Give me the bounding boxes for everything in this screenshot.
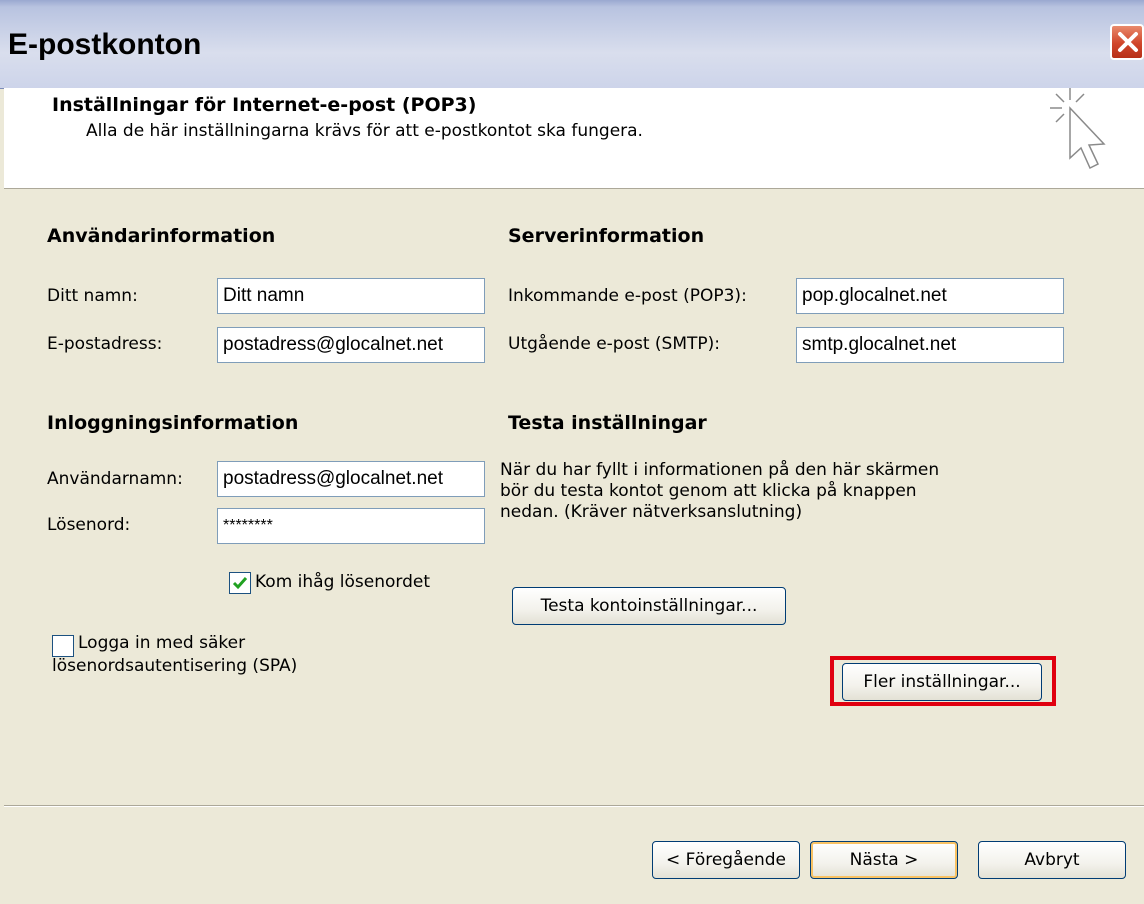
more-settings-highlight — [830, 656, 1056, 706]
window-title: E-postkonton — [8, 28, 202, 61]
title-bar: E-postkonton — [0, 0, 1144, 89]
username-label: Användarnamn: — [47, 469, 183, 489]
login-info-heading: Inloggningsinformation — [47, 412, 299, 434]
name-field[interactable]: Ditt namn — [217, 278, 485, 314]
close-icon — [1118, 32, 1138, 52]
wizard-cursor-icon — [1050, 88, 1106, 170]
spa-label-line1: Logga in med säker — [78, 633, 246, 653]
test-desc-line1: När du har fyllt i informationen på den … — [500, 460, 940, 480]
remember-password-checkbox[interactable] — [229, 572, 251, 594]
cancel-button[interactable]: Avbryt — [978, 841, 1126, 879]
spa-checkbox[interactable] — [52, 635, 74, 657]
outgoing-server-field[interactable]: smtp.glocalnet.net — [796, 327, 1064, 363]
footer-separator — [4, 805, 1144, 807]
header-title: Inställningar för Internet-e-post (POP3) — [52, 94, 477, 116]
spa-label-line2: lösenordsautentisering (SPA) — [52, 656, 298, 676]
settings-panel: Användarinformation Ditt namn: Ditt namn… — [4, 189, 1144, 904]
wizard-header: Inställningar för Internet-e-post (POP3)… — [4, 88, 1144, 189]
checkmark-icon — [232, 577, 248, 590]
next-button[interactable]: Nästa > — [810, 841, 958, 879]
password-label: Lösenord: — [47, 515, 131, 535]
server-info-heading: Serverinformation — [508, 225, 705, 247]
test-desc-line3: nedan. (Kräver nätverksanslutning) — [500, 502, 803, 522]
email-field[interactable]: postadress@glocalnet.net — [217, 327, 485, 363]
user-info-heading: Användarinformation — [47, 225, 276, 247]
test-desc-line2: bör du testa kontot genom att klicka på … — [500, 481, 917, 501]
password-field[interactable]: ******** — [217, 508, 485, 544]
close-button[interactable] — [1110, 24, 1144, 60]
header-subtitle: Alla de här inställningarna krävs för at… — [86, 121, 643, 141]
test-account-settings-button[interactable]: Testa kontoinställningar... — [512, 587, 786, 625]
incoming-server-field[interactable]: pop.glocalnet.net — [796, 278, 1064, 314]
remember-password-label: Kom ihåg lösenordet — [255, 572, 430, 592]
outgoing-server-label: Utgående e-post (SMTP): — [508, 334, 721, 354]
email-label: E-postadress: — [47, 334, 163, 354]
incoming-server-label: Inkommande e-post (POP3): — [508, 286, 747, 306]
name-label: Ditt namn: — [47, 286, 138, 306]
test-settings-heading: Testa inställningar — [508, 412, 707, 434]
username-field[interactable]: postadress@glocalnet.net — [217, 461, 485, 497]
back-button[interactable]: < Föregående — [652, 841, 800, 879]
test-settings-description: När du har fyllt i informationen på den … — [500, 460, 1020, 523]
